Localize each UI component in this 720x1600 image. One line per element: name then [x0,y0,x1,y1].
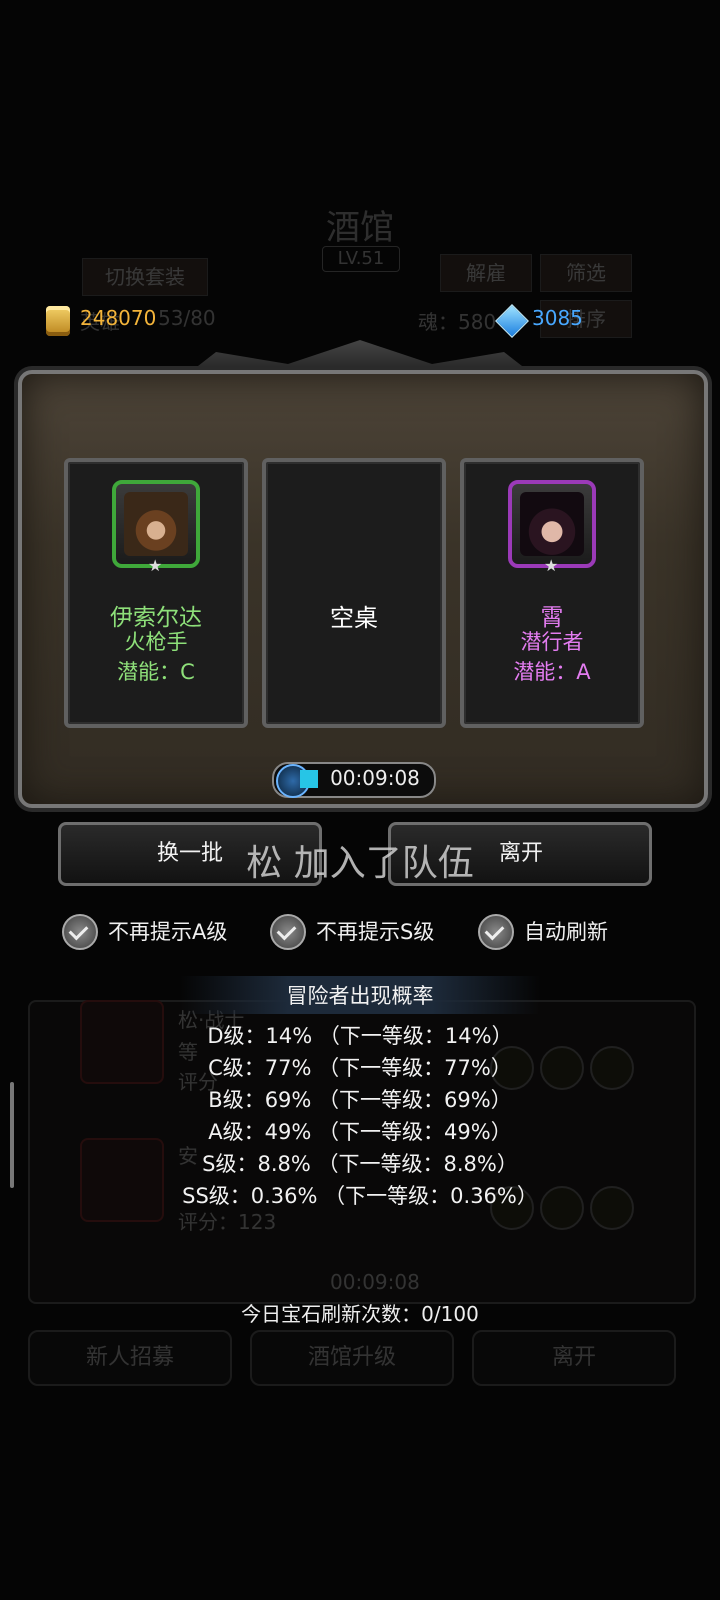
probability-title: 冒险者出现概率 [286,984,434,1008]
checkbox-skip-s[interactable] [270,914,306,950]
capacity-value: 53/80 [158,306,216,330]
filter-button: 筛选 [540,254,632,292]
probability-line-c: C级：77% （下一等级：77%） [208,1056,512,1080]
probability-line-a: A级：49% （下一等级：49%） [208,1120,512,1144]
background-timer: 00:09:08 [330,1270,420,1294]
option-label-auto-refresh: 自动刷新 [524,920,608,944]
timer-text: 00:09:08 [330,766,420,790]
recruit-card-3[interactable]: ★ 霄 潜行者 潜能：A [460,458,644,728]
gold-coin-icon [46,306,70,336]
option-label-skip-s: 不再提示S级 [316,920,435,944]
gem-refresh-count: 今日宝石刷新次数：0/100 [241,1302,479,1326]
probability-line-d: D级：14% （下一等级：14%） [207,1024,513,1048]
probability-line-b: B级：69% （下一等级：69%） [208,1088,512,1112]
recruit-card-1[interactable]: ★ 伊索尔达 火枪手 潜能：C [64,458,248,728]
hero-class: 潜行者 [520,630,584,654]
probability-line-s: S级：8.8% （下一等级：8.8%） [202,1152,518,1176]
hero-potential: 潜能：C [117,660,195,684]
timer-progress-icon [300,770,318,788]
tavern-title: 酒馆 [326,208,394,248]
hero-portrait-image [124,492,188,556]
switch-outfit-button: 切换套装 [82,258,208,296]
hero-portrait[interactable] [112,480,200,568]
background-entry-score: 评分：123 [178,1210,277,1234]
new-recruit-button: 新人招募 [28,1330,232,1386]
scrollbar[interactable] [10,1082,14,1188]
background-leave-button: 离开 [472,1330,676,1386]
option-label-skip-a: 不再提示A级 [108,920,228,944]
tavern-upgrade-button: 酒馆升级 [250,1330,454,1386]
join-team-toast: 松 加入了队伍 [246,843,474,884]
hero-class: 火枪手 [124,630,188,654]
checkbox-auto-refresh[interactable] [478,914,514,950]
hero-portrait-image [520,492,584,556]
hero-portrait[interactable] [508,480,596,568]
tavern-level: LV.51 [322,246,400,272]
checkbox-skip-a[interactable] [62,914,98,950]
gem-amount: 3085 [532,306,583,330]
recruit-card-empty: 空桌 [262,458,446,728]
soul-value: 魂：580 [418,310,497,334]
empty-table-label: 空桌 [330,604,378,632]
hero-potential: 潜能：A [513,660,591,684]
dismiss-button: 解雇 [440,254,532,292]
gold-amount: 248070 [80,306,157,330]
probability-line-ss: SS级：0.36% （下一等级：0.36%） [182,1184,538,1208]
star-icon: ★ [148,556,163,575]
star-icon: ★ [544,556,559,575]
